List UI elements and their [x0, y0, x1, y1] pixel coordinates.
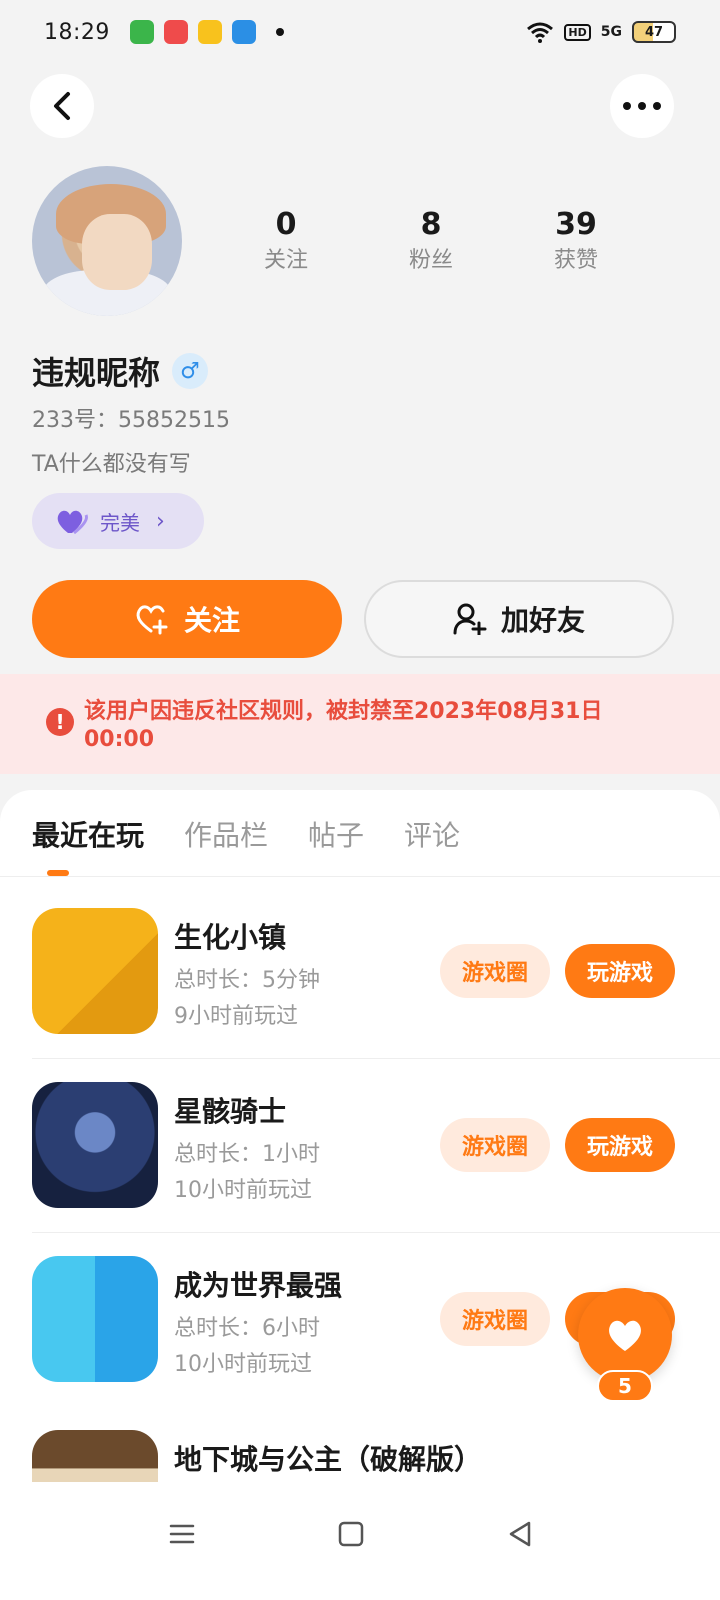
more-notifications-icon	[275, 28, 284, 36]
game-item[interactable]: 星骸骑士 总时长：1小时 10小时前玩过 游戏圈 玩游戏	[32, 1082, 720, 1256]
stat-value: 0	[275, 207, 297, 242]
stat-value: 39	[555, 207, 597, 242]
game-duration: 总时长：5分钟	[174, 968, 320, 993]
ban-text: 该用户因违反社区规则，被封禁至2023年08月31日 00:00	[84, 699, 603, 752]
divider	[32, 1232, 720, 1233]
battery-level: 47	[644, 24, 664, 40]
menu-icon	[169, 1524, 195, 1544]
game-item[interactable]: 生化小镇 总时长：5分钟 9小时前玩过 游戏圈 玩游戏	[32, 908, 720, 1082]
tab-works[interactable]: 作品栏	[184, 814, 268, 854]
ban-notice: ! 该用户因违反社区规则，被封禁至2023年08月31日 00:00	[0, 674, 720, 774]
stat-label: 关注	[263, 248, 308, 273]
game-last-played: 10小时前玩过	[174, 1178, 312, 1203]
status-bar: 18:29 HD 5G 47	[0, 0, 720, 64]
wifi-icon	[527, 22, 554, 43]
game-circle-button[interactable]: 游戏圈	[440, 1118, 550, 1172]
home-button[interactable]	[327, 1510, 375, 1558]
stat-fans[interactable]: 8 粉丝	[386, 206, 476, 278]
game-circle-button[interactable]: 游戏圈	[440, 944, 550, 998]
send-app-icon	[231, 20, 256, 44]
play-game-button[interactable]: 玩游戏	[565, 944, 675, 998]
recent-apps-button[interactable]	[158, 1510, 206, 1558]
tab-comments[interactable]: 评论	[404, 814, 460, 854]
heart-icon	[609, 1320, 641, 1351]
system-nav-bar	[0, 1482, 720, 1600]
chevron-right-icon: ›	[156, 508, 165, 534]
heart-plus-icon	[136, 605, 168, 635]
content-panel: 最近在玩 作品栏 帖子 评论 生化小镇 总时长：5分钟 9小时前玩过 游戏圈 玩…	[0, 790, 720, 1600]
game-name: 地下城与公主（破解版）	[174, 1443, 483, 1476]
add-friend-label: 加好友	[500, 604, 585, 637]
more-button[interactable]	[610, 74, 674, 138]
game-duration: 总时长：1小时	[174, 1142, 320, 1167]
stat-label: 粉丝	[408, 248, 453, 273]
add-friend-button[interactable]: 加好友	[364, 580, 674, 658]
tab-recently-played[interactable]: 最近在玩	[32, 814, 144, 854]
avatar[interactable]	[32, 166, 182, 316]
game-item[interactable]: 地下城与公主（破解版）	[32, 1430, 688, 1482]
stat-label: 获赞	[553, 248, 598, 273]
male-gender-icon: ♂	[172, 353, 209, 389]
game-icon	[32, 908, 158, 1034]
game-icon	[32, 1256, 158, 1382]
more-dots-icon	[623, 102, 661, 110]
nickname-row: 违规昵称 ♂	[32, 348, 209, 394]
signal-icon: 5G	[600, 24, 622, 40]
triangle-back-icon	[509, 1521, 531, 1547]
stat-likes[interactable]: 39 获赞	[531, 206, 621, 278]
chevron-left-icon	[54, 92, 70, 120]
square-icon	[338, 1521, 364, 1547]
bio: TA什么都没有写	[32, 452, 191, 477]
badge-pill[interactable]: 完美 ›	[32, 493, 204, 549]
user-id: 233号：55852515	[32, 408, 230, 433]
battery-icon: 47	[632, 21, 676, 43]
game-icon	[32, 1082, 158, 1208]
play-game-button[interactable]: 玩游戏	[565, 1118, 675, 1172]
back-button[interactable]	[30, 74, 94, 138]
status-time: 18:29	[44, 19, 110, 45]
game-name: 成为世界最强	[174, 1269, 343, 1302]
stat-value: 8	[420, 207, 442, 242]
game-name: 生化小镇	[174, 921, 287, 954]
game-name: 星骸骑士	[174, 1095, 287, 1128]
game-icon	[32, 1430, 158, 1482]
warning-icon: !	[46, 708, 74, 736]
game-circle-button[interactable]: 游戏圈	[440, 1292, 550, 1346]
stat-following[interactable]: 0 关注	[241, 206, 331, 278]
heart-badge-icon	[57, 510, 88, 535]
back-nav-button[interactable]	[496, 1510, 544, 1558]
badge-label: 完美	[100, 510, 140, 535]
divider	[32, 1058, 720, 1059]
like-count-badge: 5	[597, 1370, 653, 1402]
weibo-icon	[197, 20, 222, 44]
app-notification-icon	[129, 20, 154, 44]
nickname: 违规昵称	[32, 354, 161, 392]
tab-posts[interactable]: 帖子	[308, 814, 364, 854]
add-user-icon	[453, 603, 487, 635]
game-duration: 总时长：6小时	[174, 1316, 320, 1341]
game-last-played: 10小时前玩过	[174, 1352, 312, 1377]
tab-bar: 最近在玩 作品栏 帖子 评论	[32, 814, 460, 854]
floating-like-button[interactable]	[578, 1288, 672, 1382]
hd-icon: HD	[564, 23, 591, 41]
follow-label: 关注	[183, 604, 240, 637]
follow-button[interactable]: 关注	[32, 580, 342, 658]
notification-icons	[129, 20, 284, 44]
divider	[0, 876, 720, 877]
game-last-played: 9小时前玩过	[174, 1004, 298, 1029]
music-app-icon	[163, 20, 188, 44]
